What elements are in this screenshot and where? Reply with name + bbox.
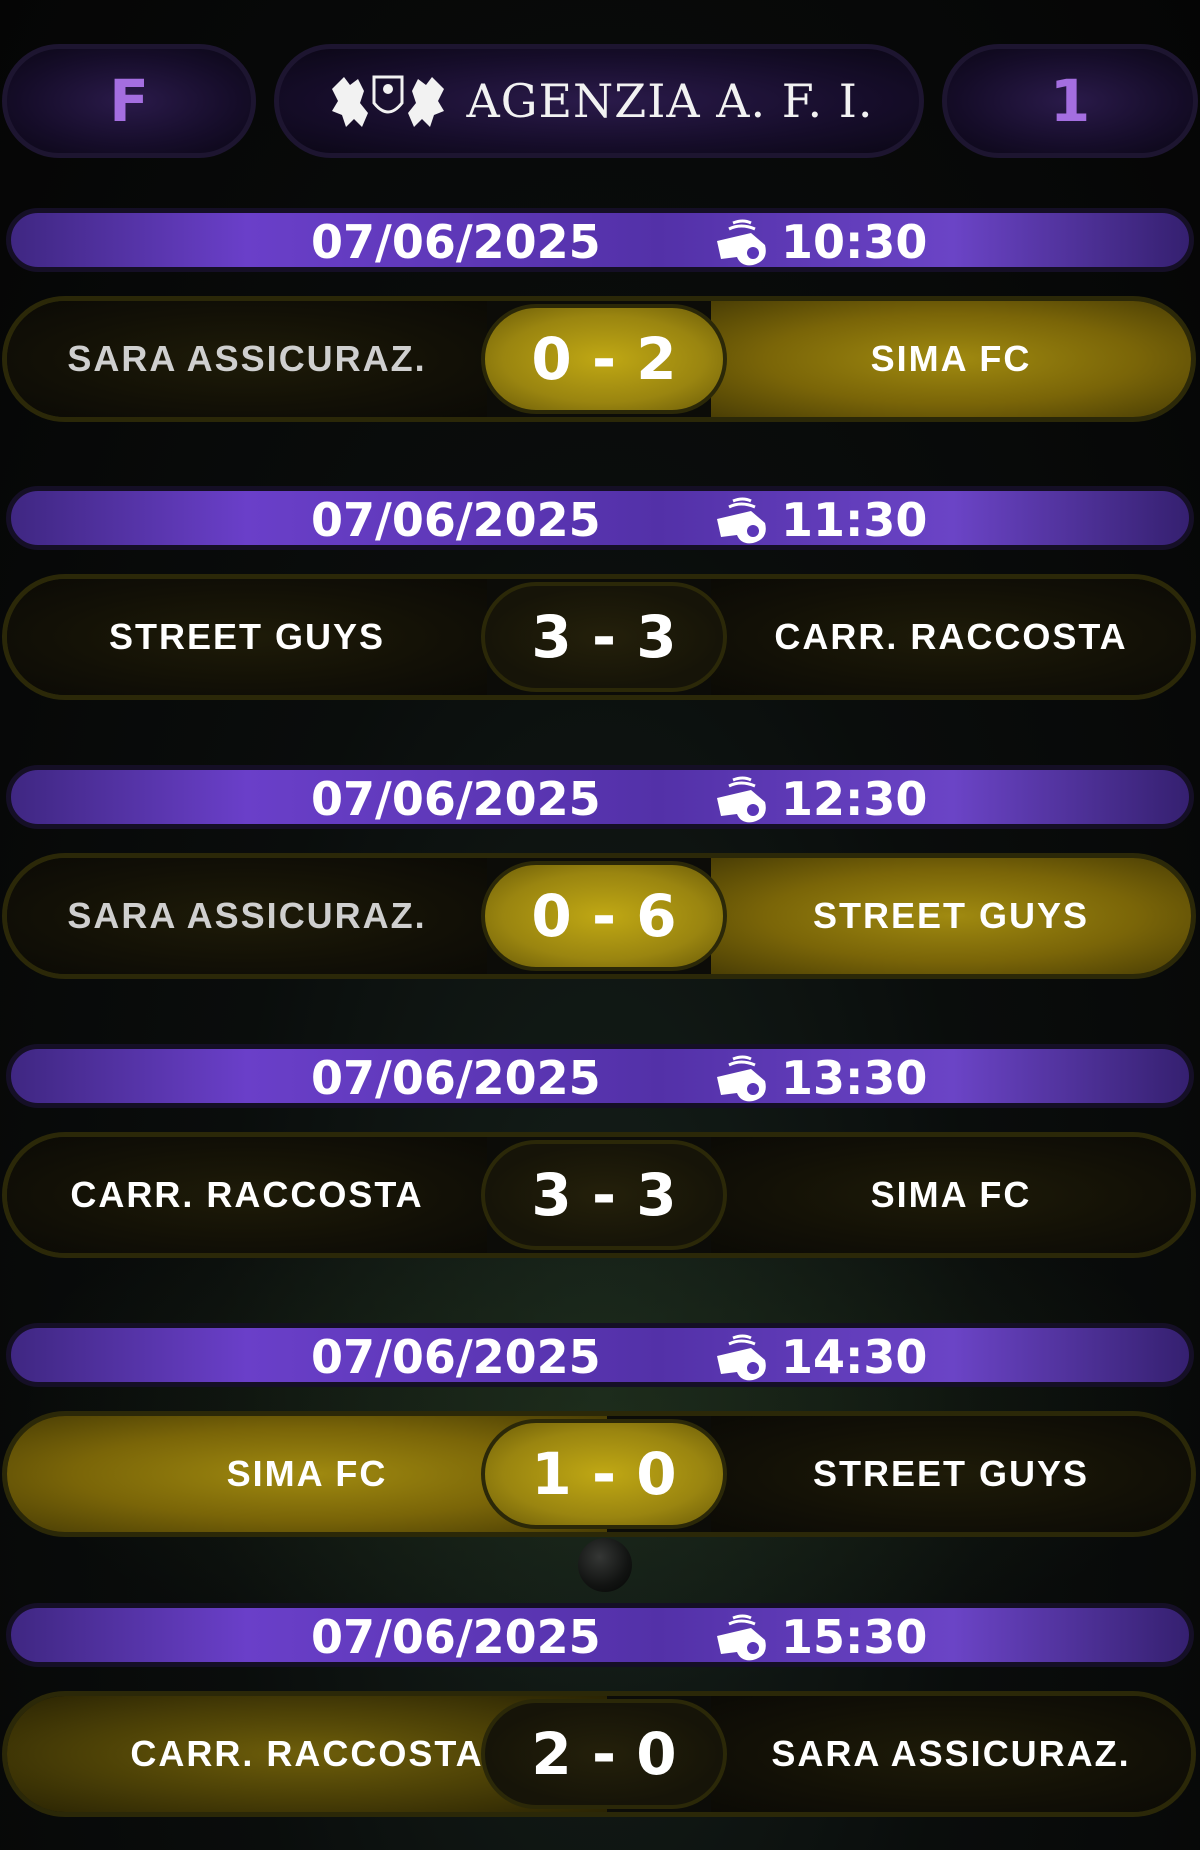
match-time: 12:30 (781, 772, 928, 826)
round-number: 1 (1049, 67, 1091, 135)
score-badge: 2 - 0 (481, 1699, 727, 1809)
score-badge: 3 - 3 (481, 1140, 727, 1250)
score-row: STREET GUYS CARR. RACCOSTA 3 - 3 (2, 574, 1196, 700)
match-time: 14:30 (781, 1330, 928, 1384)
match-time: 11:30 (781, 493, 928, 547)
score-badge: 0 - 6 (481, 861, 727, 971)
home-side: SARA ASSICURAZ. (7, 301, 487, 417)
home-side: STREET GUYS (7, 579, 487, 695)
match-date: 07/06/2025 (311, 772, 601, 826)
away-side: STREET GUYS (711, 858, 1191, 974)
group-letter: F (109, 67, 149, 135)
away-team: CARR. RACCOSTA (774, 616, 1128, 657)
whistle-icon (717, 497, 766, 544)
away-team: SIMA FC (870, 1174, 1032, 1215)
away-side: STREET GUYS (711, 1416, 1191, 1532)
home-team: SARA ASSICURAZ. (67, 338, 427, 379)
home-team: CARR. RACCOSTA (70, 1174, 424, 1215)
match-date-bar: 07/06/2025 11:30 (6, 486, 1194, 550)
score-badge: 3 - 3 (481, 582, 727, 692)
away-team: SARA ASSICURAZ. (771, 1733, 1131, 1774)
away-side: SIMA FC (711, 1137, 1191, 1253)
away-side: SIMA FC (711, 301, 1191, 417)
match-date-bar: 07/06/2025 13:30 (6, 1044, 1194, 1108)
home-team: CARR. RACCOSTA (130, 1733, 484, 1774)
match-card-3: 07/06/2025 12:30 SARA ASSICURAZ. STREET … (0, 765, 1200, 980)
match-score: 1 - 0 (531, 1440, 677, 1508)
away-side: SARA ASSICURAZ. (711, 1696, 1191, 1812)
home-team: STREET GUYS (108, 616, 386, 657)
away-side: CARR. RACCOSTA (711, 579, 1191, 695)
whistle-icon (717, 1614, 766, 1661)
match-date-bar: 07/06/2025 10:30 (6, 208, 1194, 272)
match-time: 15:30 (781, 1610, 928, 1664)
away-team: STREET GUYS (812, 1453, 1090, 1494)
match-time: 13:30 (781, 1051, 928, 1105)
home-team: SARA ASSICURAZ. (67, 895, 427, 936)
match-score: 0 - 2 (531, 325, 677, 393)
score-badge: 0 - 2 (481, 304, 727, 414)
whistle-icon (717, 1334, 766, 1381)
whistle-icon (717, 1055, 766, 1102)
group-letter-badge: F (2, 44, 256, 158)
whistle-icon (717, 776, 766, 823)
lion-crest-logo (332, 75, 445, 127)
brand-banner: AGENZIA A. F. I. (274, 44, 924, 158)
score-row: CARR. RACCOSTA SIMA FC 3 - 3 (2, 1132, 1196, 1258)
match-score: 2 - 0 (531, 1720, 677, 1788)
match-score: 0 - 6 (531, 882, 677, 950)
match-date: 07/06/2025 (311, 1330, 601, 1384)
home-side: SARA ASSICURAZ. (7, 858, 487, 974)
whistle-icon (717, 219, 766, 266)
home-team: SIMA FC (226, 1453, 388, 1494)
match-time: 10:30 (781, 215, 928, 269)
match-card-2: 07/06/2025 11:30 STREET GUYS CARR. RACCO… (0, 486, 1200, 701)
away-team: SIMA FC (870, 338, 1032, 379)
home-side: CARR. RACCOSTA (7, 1137, 487, 1253)
match-date-bar: 07/06/2025 14:30 (6, 1323, 1194, 1387)
score-row: SARA ASSICURAZ. SIMA FC 0 - 2 (2, 296, 1196, 422)
match-score: 3 - 3 (531, 603, 677, 671)
score-row: SIMA FC STREET GUYS 1 - 0 (2, 1411, 1196, 1537)
match-date: 07/06/2025 (311, 1051, 601, 1105)
match-score: 3 - 3 (531, 1161, 677, 1229)
round-number-badge: 1 (942, 44, 1198, 158)
football-icon (578, 1538, 632, 1592)
match-card-5: 07/06/2025 14:30 SIMA FC STREET GUYS 1 -… (0, 1323, 1200, 1538)
match-date: 07/06/2025 (311, 215, 601, 269)
score-row: SARA ASSICURAZ. STREET GUYS 0 - 6 (2, 853, 1196, 979)
score-badge: 1 - 0 (481, 1419, 727, 1529)
match-card-6: 07/06/2025 15:30 CARR. RACCOSTA SARA ASS… (0, 1603, 1200, 1818)
score-row: CARR. RACCOSTA SARA ASSICURAZ. 2 - 0 (2, 1691, 1196, 1817)
match-date-bar: 07/06/2025 15:30 (6, 1603, 1194, 1667)
match-card-4: 07/06/2025 13:30 CARR. RACCOSTA SIMA FC … (0, 1044, 1200, 1259)
match-date: 07/06/2025 (311, 1610, 601, 1664)
brand-name: AGENZIA A. F. I. (466, 74, 874, 128)
match-date-bar: 07/06/2025 12:30 (6, 765, 1194, 829)
header: F AGENZIA A. F. I. 1 (0, 44, 1200, 158)
match-date: 07/06/2025 (311, 493, 601, 547)
match-card-1: 07/06/2025 10:30 SARA ASSICURAZ. SIMA FC… (0, 208, 1200, 423)
away-team: STREET GUYS (812, 895, 1090, 936)
